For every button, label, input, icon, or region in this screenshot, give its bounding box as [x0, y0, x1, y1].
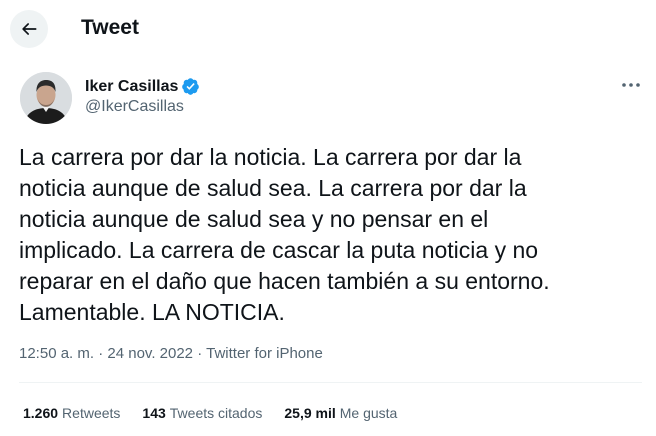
meta-separator: ·	[197, 345, 207, 362]
tweet-header: Tweet	[0, 0, 656, 56]
tweet-source[interactable]: Twitter for iPhone	[206, 345, 323, 362]
retweets-count: 1.260	[23, 405, 59, 421]
more-options-button[interactable]	[614, 73, 648, 97]
divider	[19, 382, 642, 383]
tweet-stats: 1.260 Retweets 143 Tweets citados 25,9 m…	[23, 404, 419, 422]
author-handle[interactable]: @IkerCasillas	[85, 98, 184, 116]
likes-count: 25,9 mil	[284, 405, 336, 421]
quote-tweets-label: Tweets citados	[169, 405, 263, 421]
likes-label: Me gusta	[339, 405, 398, 421]
arrow-left-icon	[19, 19, 39, 39]
avatar[interactable]	[20, 72, 72, 124]
likes-stat[interactable]: 25,9 mil Me gusta	[284, 404, 397, 422]
verified-badge-icon	[181, 77, 200, 96]
quote-tweets-stat[interactable]: 143 Tweets citados	[142, 404, 262, 422]
quote-tweets-count: 143	[142, 405, 166, 421]
retweets-label: Retweets	[62, 405, 121, 421]
tweet-meta: 12:50 a. m. · 24 nov. 2022 · Twitter for…	[19, 344, 323, 364]
author-name[interactable]: Iker Casillas	[85, 78, 178, 96]
more-horizontal-icon	[621, 82, 641, 88]
tweet-date[interactable]: 24 nov. 2022	[107, 345, 193, 362]
back-button[interactable]	[10, 10, 48, 48]
tweet-time[interactable]: 12:50 a. m.	[19, 345, 94, 362]
author-name-row[interactable]: Iker Casillas	[85, 77, 200, 96]
page-title: Tweet	[81, 16, 139, 39]
retweets-stat[interactable]: 1.260 Retweets	[23, 404, 120, 422]
meta-separator: ·	[98, 345, 108, 362]
tweet-text: La carrera por dar la noticia. La carrer…	[19, 144, 550, 325]
